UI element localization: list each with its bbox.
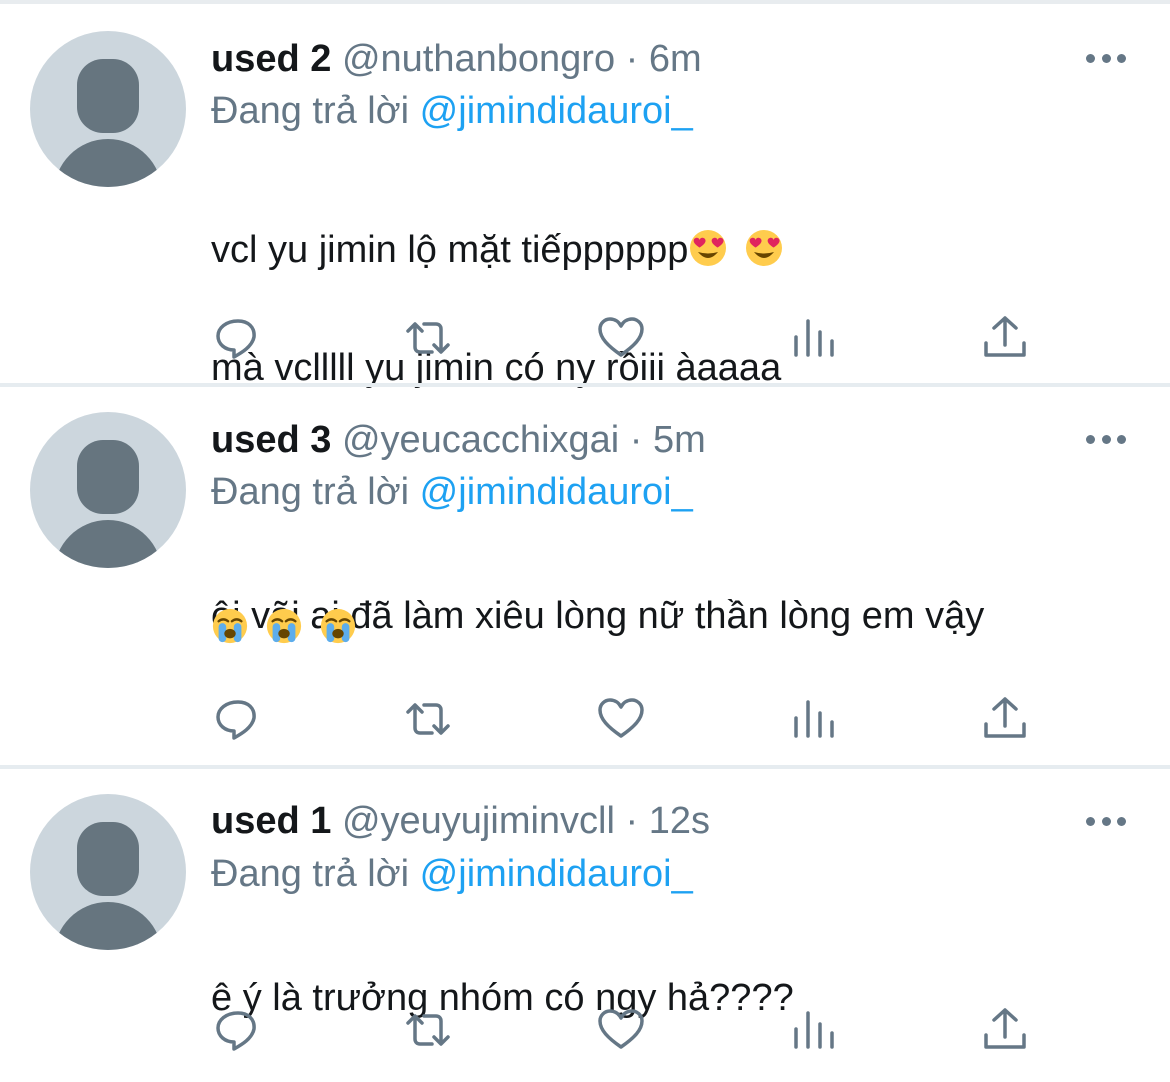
avatar-shoulders — [54, 520, 162, 568]
avatar-head — [77, 59, 139, 133]
reply-icon[interactable] — [213, 1005, 263, 1055]
tweet-used-1[interactable]: used 1 @yeuyujiminvcll · 12s Đang trả lờ… — [0, 769, 1170, 1073]
reply-context: Đang trả lời @jimindidauroi_ — [211, 852, 693, 896]
loudly-crying-emoji — [319, 607, 357, 650]
reply-mention[interactable]: @jimindidauroi_ — [420, 853, 693, 895]
like-icon[interactable] — [596, 313, 646, 363]
reply-icon[interactable] — [213, 694, 263, 744]
separator-dot: · — [629, 419, 643, 461]
retweet-icon[interactable] — [403, 313, 453, 363]
handle[interactable]: @yeuyujiminvcll — [342, 800, 615, 842]
handle[interactable]: @yeucacchixgai — [342, 419, 619, 461]
avatar[interactable] — [30, 31, 186, 187]
retweet-icon[interactable] — [403, 694, 453, 744]
reply-context: Đang trả lời @jimindidauroi_ — [211, 470, 693, 514]
avatar[interactable] — [30, 794, 186, 950]
reply-prefix: Đang trả lời — [211, 471, 410, 513]
display-name[interactable]: used 1 — [211, 800, 331, 842]
handle[interactable]: @nuthanbongro — [342, 38, 615, 80]
avatar-head — [77, 440, 139, 514]
analytics-icon[interactable] — [789, 694, 839, 744]
tweet-actions — [0, 694, 1170, 744]
emoji-row — [211, 607, 357, 650]
separator-dot: · — [625, 800, 639, 842]
avatar-head — [77, 822, 139, 896]
share-icon[interactable] — [980, 694, 1030, 744]
timestamp[interactable]: 12s — [649, 800, 710, 842]
reply-context: Đang trả lời @jimindidauroi_ — [211, 89, 693, 133]
reply-prefix: Đang trả lời — [211, 90, 410, 132]
reply-mention[interactable]: @jimindidauroi_ — [420, 471, 693, 513]
tweet-header: used 3 @yeucacchixgai · 5m — [211, 418, 706, 462]
timestamp[interactable]: 6m — [649, 38, 702, 80]
tweet-text: ê ý là trưởng nhóm có ngy hả???? — [211, 914, 1131, 1082]
tweet-text-line-1: vcl yu jimin lộ mặt tiếpppppp — [211, 222, 1131, 284]
analytics-icon[interactable] — [789, 313, 839, 363]
reply-prefix: Đang trả lời — [211, 853, 410, 895]
heart-eyes-emoji — [688, 228, 728, 284]
avatar-shoulders — [54, 139, 162, 187]
reply-icon[interactable] — [213, 313, 263, 363]
tweet-used-3[interactable]: used 3 @yeucacchixgai · 5m Đang trả lời … — [0, 387, 1170, 767]
more-options-icon[interactable] — [1086, 433, 1126, 445]
tweet-used-2[interactable]: used 2 @nuthanbongro · 6m Đang trả lời @… — [0, 0, 1170, 389]
avatar-shoulders — [54, 902, 162, 950]
timestamp[interactable]: 5m — [653, 419, 706, 461]
heart-eyes-emoji — [744, 228, 784, 284]
share-icon[interactable] — [980, 1005, 1030, 1055]
analytics-icon[interactable] — [789, 1005, 839, 1055]
retweet-icon[interactable] — [403, 1005, 453, 1055]
share-icon[interactable] — [980, 313, 1030, 363]
like-icon[interactable] — [596, 694, 646, 744]
loudly-crying-emoji — [211, 607, 249, 650]
tweet-actions — [0, 313, 1170, 363]
more-options-icon[interactable] — [1086, 52, 1126, 64]
display-name[interactable]: used 2 — [211, 38, 331, 80]
tweet-header: used 1 @yeuyujiminvcll · 12s — [211, 799, 710, 843]
tweet-text-line-1-text: vcl yu jimin lộ mặt tiếpppppp — [211, 229, 689, 271]
display-name[interactable]: used 3 — [211, 419, 331, 461]
reply-mention[interactable]: @jimindidauroi_ — [420, 90, 693, 132]
tweet-actions — [0, 1005, 1170, 1055]
like-icon[interactable] — [596, 1005, 646, 1055]
loudly-crying-emoji — [265, 607, 303, 650]
separator-dot: · — [625, 38, 639, 80]
tweet-header: used 2 @nuthanbongro · 6m — [211, 37, 702, 81]
more-options-icon[interactable] — [1086, 815, 1126, 827]
avatar[interactable] — [30, 412, 186, 568]
